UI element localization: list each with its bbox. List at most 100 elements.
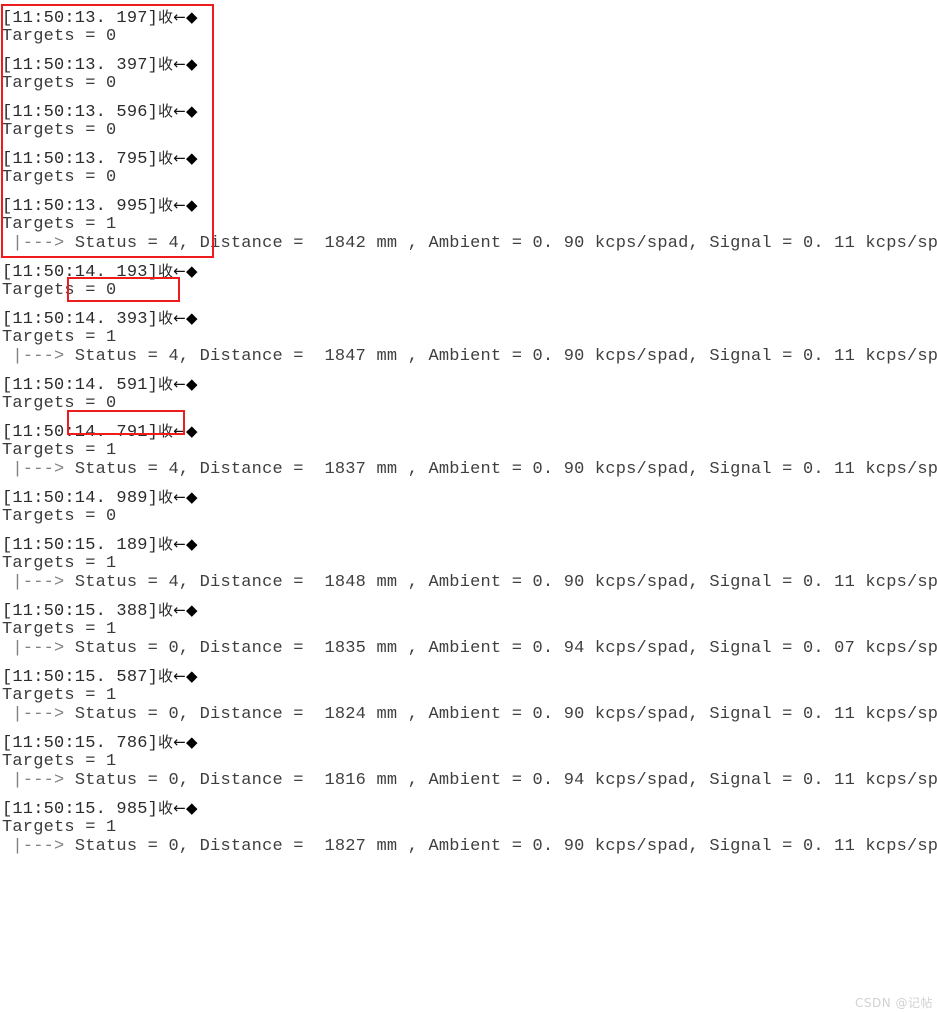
- log-timestamp: [11:50:13. 995]: [2, 197, 159, 216]
- diamond-icon: ◆: [186, 488, 198, 506]
- signal-field: Signal = 0. 11 kcps/spad: [709, 771, 937, 790]
- targets-line: Targets = 0: [2, 394, 117, 413]
- signal-field: Signal = 0. 11 kcps/spad: [709, 837, 937, 856]
- receive-label: 收: [158, 422, 174, 440]
- receive-label: 收: [158, 262, 174, 280]
- log-entry-header: [11:50:15. 786]收←◆: [2, 733, 198, 753]
- tree-prefix: |--->: [2, 705, 65, 724]
- distance-field: Distance = 1837 mm ,: [199, 460, 419, 479]
- log-timestamp: [11:50:14. 989]: [2, 489, 159, 508]
- serial-log-viewport[interactable]: [11:50:13. 197]收←◆ Targets = 0 [11:50:13. …: [0, 0, 937, 1013]
- distance-field: Distance = 1848 mm ,: [199, 573, 419, 592]
- tree-prefix: |--->: [2, 639, 65, 658]
- status-field: Status = 4,: [74, 347, 190, 366]
- left-arrow-icon: ←: [173, 799, 187, 817]
- targets-line: Targets = 1: [2, 686, 117, 705]
- log-timestamp: [11:50:15. 587]: [2, 668, 159, 687]
- tree-prefix: |--->: [2, 771, 65, 790]
- receive-label: 收: [158, 102, 174, 120]
- signal-field: Signal = 0. 11 kcps/spad: [709, 234, 937, 253]
- log-entry-header: [11:50:14. 393]收←◆: [2, 309, 198, 329]
- status-field: Status = 4,: [74, 234, 190, 253]
- left-arrow-icon: ←: [173, 535, 187, 553]
- log-timestamp: [11:50:15. 985]: [2, 800, 159, 819]
- log-entry-header: [11:50:15. 985]收←◆: [2, 799, 198, 819]
- log-entry-header: [11:50:14. 591]收←◆: [2, 375, 198, 395]
- measurement-detail-line: |---> Status = 4, Distance = 1848 mm , A…: [2, 573, 937, 592]
- signal-field: Signal = 0. 11 kcps/spad: [709, 573, 937, 592]
- distance-field: Distance = 1835 mm ,: [199, 639, 419, 658]
- measurement-detail-line: |---> Status = 0, Distance = 1816 mm , A…: [2, 771, 937, 790]
- ambient-field: Ambient = 0. 90 kcps/spad,: [428, 234, 699, 253]
- measurement-detail-line: |---> Status = 4, Distance = 1842 mm , A…: [2, 234, 937, 253]
- log-entry-header: [11:50:15. 388]收←◆: [2, 601, 198, 621]
- distance-field: Distance = 1827 mm ,: [199, 837, 419, 856]
- receive-label: 收: [158, 733, 174, 751]
- log-entry-header: [11:50:13. 795]收←◆: [2, 149, 198, 169]
- diamond-icon: ◆: [186, 102, 198, 120]
- diamond-icon: ◆: [186, 149, 198, 167]
- log-timestamp: [11:50:14. 193]: [2, 263, 159, 282]
- left-arrow-icon: ←: [173, 196, 187, 214]
- left-arrow-icon: ←: [173, 422, 187, 440]
- receive-label: 收: [158, 55, 174, 73]
- status-field: Status = 0,: [74, 771, 190, 790]
- diamond-icon: ◆: [186, 55, 198, 73]
- tree-prefix: |--->: [2, 573, 65, 592]
- targets-line: Targets = 0: [2, 74, 117, 93]
- ambient-field: Ambient = 0. 90 kcps/spad,: [428, 347, 699, 366]
- tree-prefix: |--->: [2, 234, 65, 253]
- tree-prefix: |--->: [2, 347, 65, 366]
- status-field: Status = 0,: [74, 837, 190, 856]
- distance-field: Distance = 1816 mm ,: [199, 771, 419, 790]
- targets-line: Targets = 0: [2, 281, 117, 300]
- left-arrow-icon: ←: [173, 8, 187, 26]
- targets-line: Targets = 0: [2, 121, 117, 140]
- log-entry-header: [11:50:15. 189]收←◆: [2, 535, 198, 555]
- diamond-icon: ◆: [186, 8, 198, 26]
- receive-label: 收: [158, 799, 174, 817]
- receive-label: 收: [158, 488, 174, 506]
- log-timestamp: [11:50:14. 791]: [2, 423, 159, 442]
- diamond-icon: ◆: [186, 262, 198, 280]
- signal-field: Signal = 0. 11 kcps/spad: [709, 347, 937, 366]
- measurement-detail-line: |---> Status = 0, Distance = 1827 mm , A…: [2, 837, 937, 856]
- targets-line: Targets = 1: [2, 620, 117, 639]
- status-field: Status = 4,: [74, 460, 190, 479]
- ambient-field: Ambient = 0. 94 kcps/spad,: [428, 771, 699, 790]
- distance-field: Distance = 1824 mm ,: [199, 705, 419, 724]
- targets-line: Targets = 1: [2, 441, 117, 460]
- ambient-field: Ambient = 0. 94 kcps/spad,: [428, 639, 699, 658]
- receive-label: 收: [158, 375, 174, 393]
- targets-line: Targets = 0: [2, 168, 117, 187]
- log-entry-header: [11:50:14. 791]收←◆: [2, 422, 198, 442]
- left-arrow-icon: ←: [173, 601, 187, 619]
- log-timestamp: [11:50:13. 795]: [2, 150, 159, 169]
- targets-line: Targets = 0: [2, 27, 117, 46]
- log-entry-header: [11:50:15. 587]收←◆: [2, 667, 198, 687]
- status-field: Status = 4,: [74, 573, 190, 592]
- measurement-detail-line: |---> Status = 0, Distance = 1835 mm , A…: [2, 639, 937, 658]
- receive-label: 收: [158, 309, 174, 327]
- log-timestamp: [11:50:15. 786]: [2, 734, 159, 753]
- log-entry-header: [11:50:14. 989]收←◆: [2, 488, 198, 508]
- measurement-detail-line: |---> Status = 4, Distance = 1847 mm , A…: [2, 347, 937, 366]
- diamond-icon: ◆: [186, 375, 198, 393]
- left-arrow-icon: ←: [173, 667, 187, 685]
- diamond-icon: ◆: [186, 799, 198, 817]
- receive-label: 收: [158, 667, 174, 685]
- log-timestamp: [11:50:13. 596]: [2, 103, 159, 122]
- log-entry-header: [11:50:13. 397]收←◆: [2, 55, 198, 75]
- diamond-icon: ◆: [186, 733, 198, 751]
- signal-field: Signal = 0. 07 kcps/spad: [709, 639, 937, 658]
- left-arrow-icon: ←: [173, 262, 187, 280]
- targets-line: Targets = 1: [2, 818, 117, 837]
- measurement-detail-line: |---> Status = 4, Distance = 1837 mm , A…: [2, 460, 937, 479]
- log-timestamp: [11:50:13. 197]: [2, 9, 159, 28]
- diamond-icon: ◆: [186, 196, 198, 214]
- left-arrow-icon: ←: [173, 102, 187, 120]
- receive-label: 收: [158, 601, 174, 619]
- targets-line: Targets = 1: [2, 554, 117, 573]
- left-arrow-icon: ←: [173, 149, 187, 167]
- diamond-icon: ◆: [186, 667, 198, 685]
